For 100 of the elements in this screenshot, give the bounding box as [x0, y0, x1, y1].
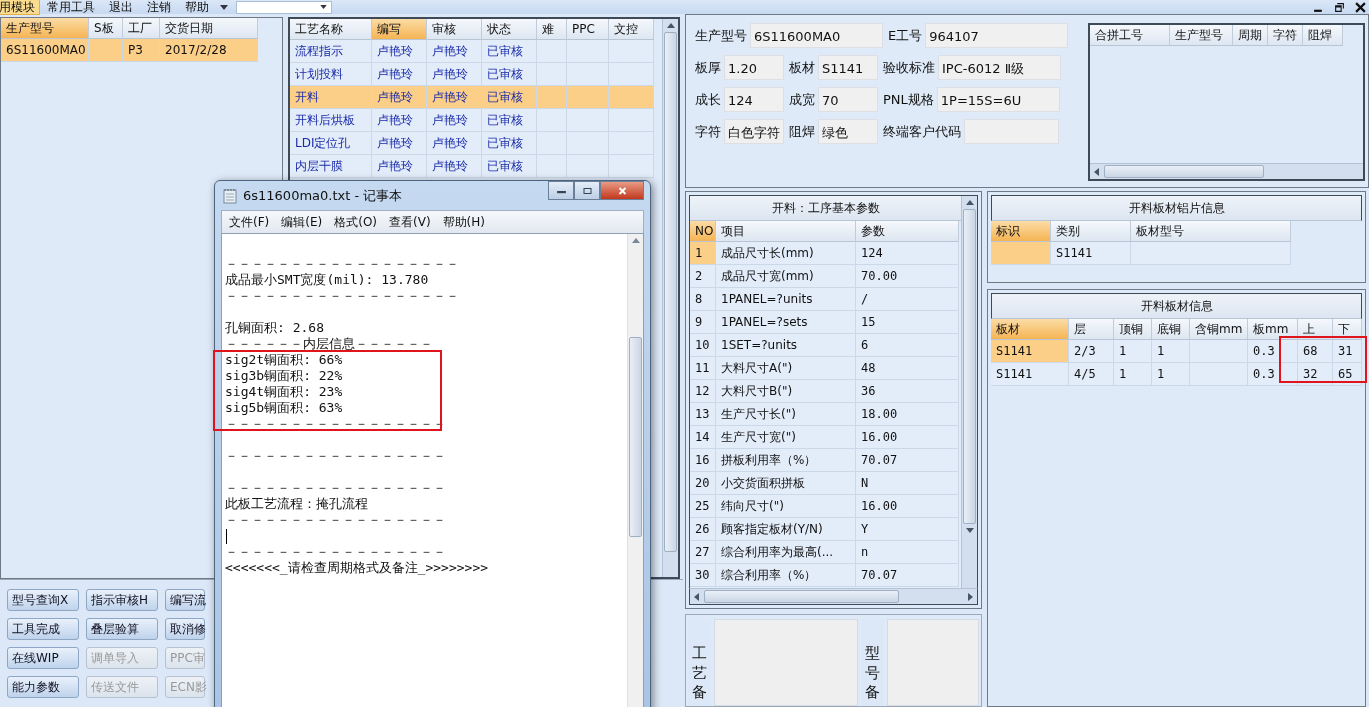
table-cell: S1141	[991, 363, 1069, 386]
menu-item[interactable]: 常用工具	[40, 0, 102, 14]
table-cell	[567, 63, 609, 86]
action-button[interactable]: 指示审核H	[86, 589, 158, 611]
table-cell[interactable]: 流程指示	[290, 40, 372, 63]
column-header[interactable]: 生产型号	[1170, 25, 1234, 46]
column-header[interactable]: 工厂	[123, 18, 160, 39]
column-header[interactable]: 难	[537, 19, 567, 40]
column-header[interactable]: 底铜	[1152, 319, 1190, 340]
left-arrow-icon[interactable]	[1094, 167, 1100, 176]
remark-field[interactable]	[887, 619, 979, 706]
table-cell[interactable]: 计划投料	[290, 63, 372, 86]
column-header[interactable]: NO	[690, 221, 716, 242]
table-cell: 卢艳玲	[427, 40, 482, 63]
column-header[interactable]: 上	[1298, 319, 1333, 340]
scroll-thumb[interactable]	[704, 590, 899, 603]
close-icon[interactable]	[1355, 1, 1366, 13]
scrollbar[interactable]	[961, 196, 977, 588]
action-button[interactable]: 工具完成	[7, 618, 79, 640]
scrollbar[interactable]	[689, 588, 978, 605]
field-label: 终端客户代码	[883, 122, 961, 141]
column-header[interactable]: 含铜mm	[1190, 319, 1248, 340]
table-cell[interactable]: LDI定位孔	[290, 132, 372, 155]
field-label: 成宽	[789, 90, 815, 109]
scrollbar[interactable]	[1090, 163, 1363, 179]
column-header[interactable]: 阻焊	[1303, 25, 1344, 46]
action-button[interactable]: 能力参数	[7, 676, 79, 698]
input-field[interactable]: 6S11600MA0	[750, 23, 883, 48]
menu-item[interactable]: 查看(V)	[389, 213, 431, 231]
input-field[interactable]: 1P=15S=6U	[936, 87, 1060, 112]
minimize-button[interactable]	[548, 181, 574, 200]
menu-item[interactable]: 用模块	[0, 0, 40, 15]
column-header[interactable]: 参数	[856, 221, 959, 242]
menu-item[interactable]: 文件(F)	[229, 213, 270, 231]
column-header[interactable]: 层	[1069, 319, 1114, 340]
column-header[interactable]: 生产型号	[1, 18, 89, 39]
up-arrow-icon[interactable]	[965, 200, 974, 205]
menu-item[interactable]: 退出	[102, 0, 140, 14]
restore-icon[interactable]	[1334, 1, 1345, 13]
input-field[interactable]: IPC-6012 Ⅱ级	[938, 55, 1061, 80]
scroll-thumb[interactable]	[1104, 165, 1265, 178]
up-arrow-icon[interactable]	[631, 238, 640, 243]
input-field[interactable]: S1141	[818, 55, 878, 80]
close-button[interactable]	[600, 181, 644, 200]
scroll-thumb[interactable]	[963, 209, 976, 524]
column-header[interactable]: PPC	[567, 19, 609, 40]
down-arrow-icon[interactable]	[965, 528, 974, 533]
column-header[interactable]: 工艺名称	[290, 19, 372, 40]
column-header[interactable]: 合拼工号	[1090, 25, 1171, 46]
remark-field[interactable]	[714, 619, 858, 706]
menu-item[interactable]: 格式(O)	[334, 213, 378, 231]
column-header[interactable]: 顶铜	[1114, 319, 1152, 340]
column-header[interactable]: 文控	[609, 19, 654, 40]
scroll-thumb[interactable]	[664, 32, 677, 552]
menu-item[interactable]: 编辑(E)	[281, 213, 323, 231]
action-button[interactable]: 编写流	[165, 589, 205, 611]
column-header[interactable]: 项目	[716, 221, 856, 242]
scroll-thumb[interactable]	[629, 337, 642, 537]
left-arrow-icon[interactable]	[694, 592, 699, 601]
scrollbar[interactable]	[662, 19, 678, 577]
action-button[interactable]: 叠层验算	[86, 618, 158, 640]
column-header[interactable]: 状态	[482, 19, 537, 40]
text-line: －－－－－－－－－－－－－－－－－－	[225, 288, 460, 304]
action-button[interactable]: 取消修	[165, 618, 205, 640]
column-header[interactable]: 交货日期	[160, 18, 258, 39]
dropdown-caret-icon[interactable]	[220, 4, 228, 10]
input-field[interactable]: 绿色	[818, 119, 878, 144]
column-header[interactable]: 编写	[372, 19, 427, 40]
maximize-button[interactable]	[574, 181, 600, 200]
column-header[interactable]: 板材	[991, 319, 1069, 340]
menu-item[interactable]: 帮助(H)	[442, 213, 485, 231]
column-header[interactable]: 板mm	[1248, 319, 1298, 340]
menu-item[interactable]: 注销	[140, 0, 178, 14]
column-header[interactable]: 板材型号	[1131, 221, 1291, 242]
column-header[interactable]: S板	[89, 18, 123, 39]
input-field[interactable]: 1.20	[724, 55, 784, 80]
input-field[interactable]: 964107	[925, 23, 1069, 48]
table-cell[interactable]: 开料	[290, 86, 372, 109]
action-button[interactable]: 在线WIP	[7, 647, 79, 669]
table-cell: 生产尺寸宽(")	[716, 426, 856, 449]
column-header[interactable]: 下	[1333, 319, 1362, 340]
input-field[interactable]: 70	[818, 87, 878, 112]
up-arrow-icon[interactable]	[666, 23, 675, 28]
column-header[interactable]: 字符	[1268, 25, 1304, 46]
column-header[interactable]: 审核	[427, 19, 482, 40]
action-button[interactable]: 型号查询X	[7, 589, 79, 611]
table-cell	[537, 63, 567, 86]
menu-item[interactable]: 帮助	[178, 0, 216, 14]
table-cell[interactable]: 开料后烘板	[290, 109, 372, 132]
column-header[interactable]: 标识	[991, 221, 1051, 242]
column-header[interactable]: 类别	[1051, 221, 1131, 242]
column-header[interactable]: 周期	[1233, 25, 1269, 46]
input-field[interactable]: 白色字符	[724, 119, 784, 144]
table-cell[interactable]: 内层干膜	[290, 155, 372, 178]
scrollbar[interactable]	[627, 234, 643, 707]
input-field[interactable]: 124	[724, 87, 784, 112]
combo-field[interactable]	[236, 0, 332, 14]
field-label: PNL规格	[883, 90, 934, 109]
right-arrow-icon[interactable]	[968, 592, 973, 601]
table-cell: 1PANEL=?sets	[716, 311, 856, 334]
